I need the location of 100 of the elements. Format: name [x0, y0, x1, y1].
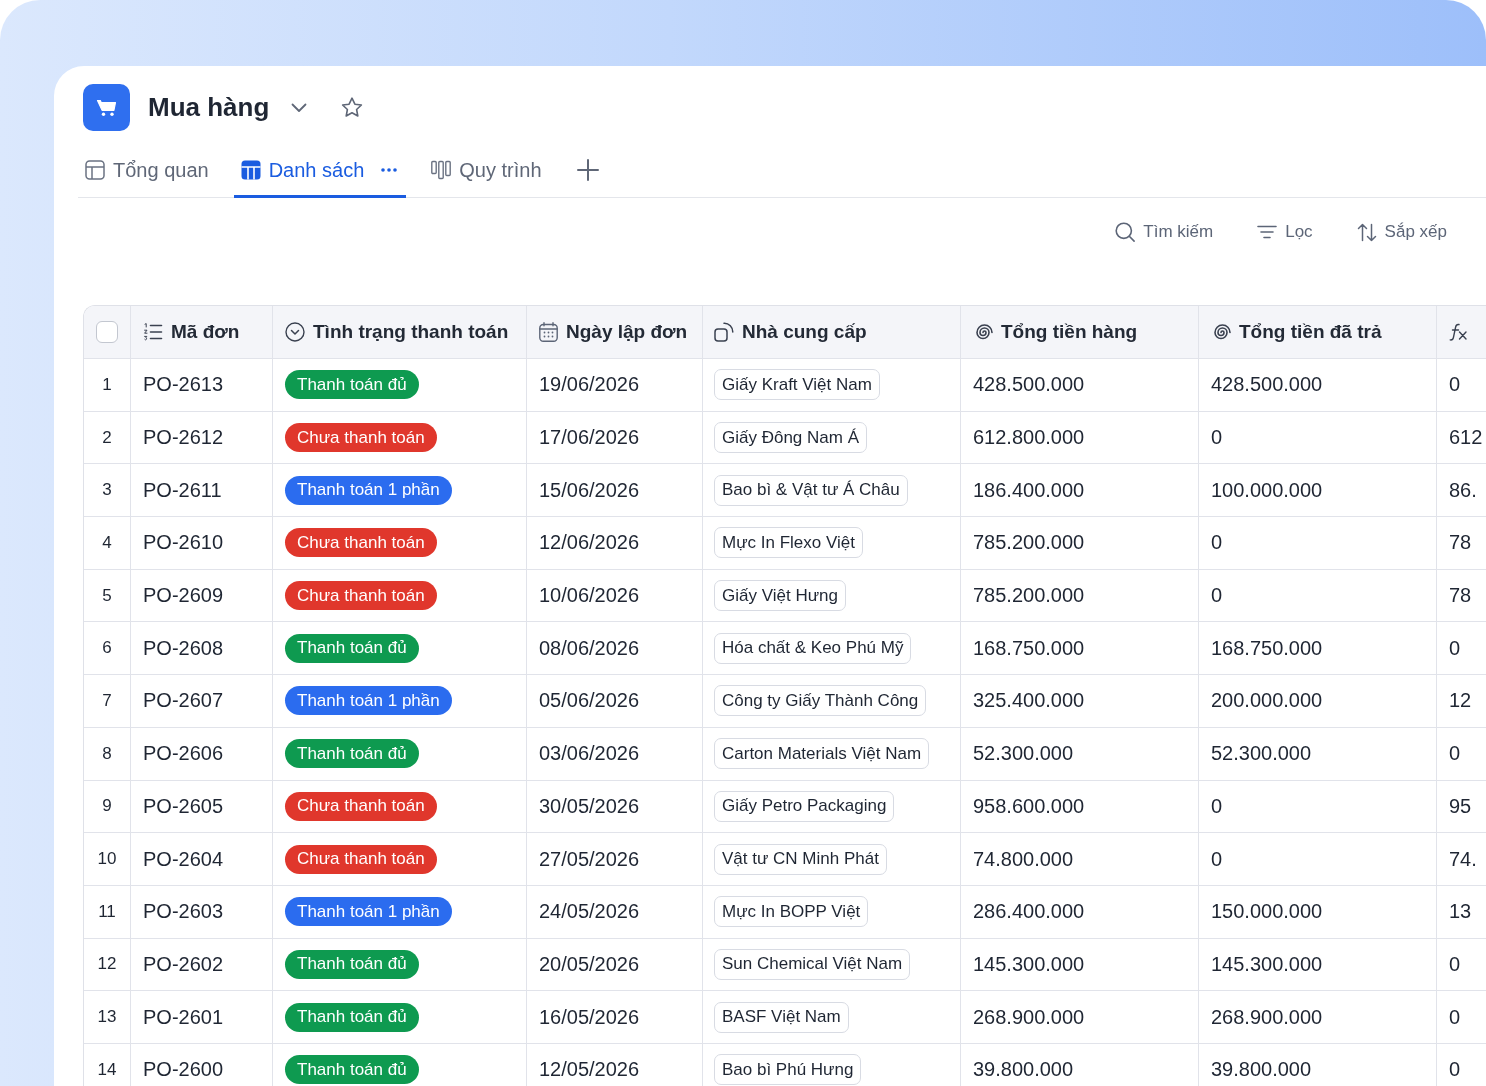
column-header[interactable]: Tổng tiền đã trả	[1199, 306, 1437, 359]
table-cell: 268.900.000	[961, 991, 1199, 1044]
supplier-tag[interactable]: Sun Chemical Việt Nam	[714, 948, 911, 980]
table-cell: 168.750.000	[961, 622, 1199, 676]
table-cell: 03/06/2026	[527, 727, 703, 781]
plus-icon[interactable]	[576, 158, 599, 181]
table-cell: 0	[1199, 833, 1437, 886]
row-number: 11	[84, 885, 131, 939]
row-number: 8	[84, 727, 131, 781]
row-number: 12	[84, 938, 131, 992]
row-number: 2	[84, 411, 131, 465]
table-cell: 186.400.000	[961, 464, 1199, 518]
table-cell: PO-2601	[131, 991, 273, 1044]
table-cell: 612.800.000	[961, 411, 1199, 465]
formula-icon	[1449, 322, 1469, 342]
table-cell: 15/06/2026	[527, 464, 703, 518]
page-title: Mua hàng	[148, 92, 270, 123]
table-cell: 16/05/2026	[527, 991, 703, 1044]
column-label: Tổng tiền đã trả	[1239, 321, 1382, 343]
star-icon[interactable]	[341, 97, 364, 118]
table-cell: 20/05/2026	[527, 938, 703, 992]
toolbar-button[interactable]: Tìm kiếm	[1115, 222, 1214, 242]
table-cell: 0	[1199, 517, 1437, 570]
table-cell: 17/06/2026	[527, 411, 703, 465]
supplier-tag[interactable]: Giấy Việt Hưng	[714, 580, 846, 612]
table-cell: 52.300.000	[1199, 727, 1437, 781]
column-label: Ngày lập đơn	[566, 321, 688, 343]
supplier-tag[interactable]: Giấy Kraft Việt Nam	[714, 369, 880, 401]
grid-icon	[85, 160, 105, 180]
table-cell: PO-2610	[131, 517, 273, 570]
payment-status-tag: Chưa thanh toán	[285, 844, 437, 874]
numbered-list-icon	[143, 323, 163, 341]
column-header[interactable]: Tình trạng thanh toán	[273, 306, 527, 359]
supplier-tag[interactable]: Hóa chất & Keo Phú Mỹ	[714, 632, 912, 664]
payment-status-tag: Chưa thanh toán	[285, 423, 437, 453]
row-number: 13	[84, 991, 131, 1044]
payment-status-tag: Thanh toán 1 phần	[285, 897, 452, 927]
column-header[interactable]: Nhà cung cấp	[703, 306, 961, 359]
row-number: 1	[84, 359, 131, 412]
table-cell: 286.400.000	[961, 885, 1199, 939]
supplier-tag[interactable]: Bao bì Phú Hưng	[714, 1054, 862, 1086]
supplier-tag[interactable]: Giấy Đông Nam Á	[714, 422, 867, 454]
column-label: Mã đơn	[171, 321, 240, 343]
payment-status-tag: Thanh toán đủ	[285, 1002, 419, 1032]
table-cell: 05/06/2026	[527, 675, 703, 728]
table-cell: 168.750.000	[1199, 622, 1437, 676]
linked-square-icon	[714, 322, 734, 342]
table-cell: PO-2607	[131, 675, 273, 728]
supplier-tag[interactable]: Mực In Flexo Việt	[714, 527, 863, 559]
table-cell: 268.900.000	[1199, 991, 1437, 1044]
table-cell: 200.000.000	[1199, 675, 1437, 728]
column-header[interactable]: Ngày lập đơn	[527, 306, 703, 359]
payment-status-tag: Chưa thanh toán	[285, 528, 437, 558]
more-icon[interactable]	[381, 168, 398, 172]
view-tab[interactable]: Quy trình	[424, 145, 549, 198]
row-number: 4	[84, 517, 131, 570]
supplier-tag[interactable]: Mực In BOPP Việt	[714, 896, 869, 928]
row-number: 9	[84, 780, 131, 834]
supplier-tag[interactable]: Bao bì & Vật tư Á Châu	[714, 474, 908, 506]
table-icon	[240, 160, 261, 180]
table-cell: PO-2606	[131, 727, 273, 781]
table-cell: PO-2608	[131, 622, 273, 676]
payment-status-tag: Chưa thanh toán	[285, 581, 437, 611]
table-cell: 958.600.000	[961, 780, 1199, 834]
table-cell: 145.300.000	[961, 938, 1199, 992]
column-header[interactable]: Mã đơn	[131, 306, 273, 359]
table-cell: 27/05/2026	[527, 833, 703, 886]
spiral-icon	[973, 322, 993, 342]
table-cell: PO-2613	[131, 359, 273, 412]
table-cell: 10/06/2026	[527, 569, 703, 623]
toolbar-button[interactable]: Sắp xếp	[1356, 222, 1447, 242]
table-cell: 52.300.000	[961, 727, 1199, 781]
toolbar-button[interactable]: Lọc	[1257, 222, 1313, 242]
table-cell: PO-2603	[131, 885, 273, 939]
columns-icon	[431, 160, 452, 180]
spiral-icon	[1211, 322, 1231, 342]
view-tab[interactable]: Tổng quan	[78, 145, 216, 198]
payment-status-tag: Thanh toán 1 phần	[285, 686, 452, 716]
select-all-checkbox[interactable]	[96, 321, 118, 343]
table-cell: PO-2612	[131, 411, 273, 465]
table-cell: 785.200.000	[961, 517, 1199, 570]
table-cell: 0	[1199, 569, 1437, 623]
table-cell: 145.300.000	[1199, 938, 1437, 992]
calendar-icon	[539, 322, 558, 342]
payment-status-tag: Thanh toán đủ	[285, 633, 419, 663]
supplier-tag[interactable]: BASF Việt Nam	[714, 1001, 849, 1033]
table-cell: PO-2604	[131, 833, 273, 886]
supplier-tag[interactable]: Công ty Giấy Thành Công	[714, 685, 927, 717]
chevron-down-icon[interactable]	[291, 102, 308, 113]
table-cell: 428.500.000	[1199, 359, 1437, 412]
view-tab[interactable]: Danh sách	[233, 145, 407, 198]
table-cell: PO-2602	[131, 938, 273, 992]
table-cell: 785.200.000	[961, 569, 1199, 623]
payment-status-tag: Thanh toán đủ	[285, 370, 419, 400]
supplier-tag[interactable]: Carton Materials Việt Nam	[714, 738, 930, 770]
payment-status-tag: Chưa thanh toán	[285, 791, 437, 821]
supplier-tag[interactable]: Giấy Petro Packaging	[714, 790, 895, 822]
supplier-tag[interactable]: Vật tư CN Minh Phát	[714, 843, 887, 875]
column-header[interactable]: Tổng tiền hàng	[961, 306, 1199, 359]
payment-status-tag: Thanh toán đủ	[285, 1055, 419, 1085]
